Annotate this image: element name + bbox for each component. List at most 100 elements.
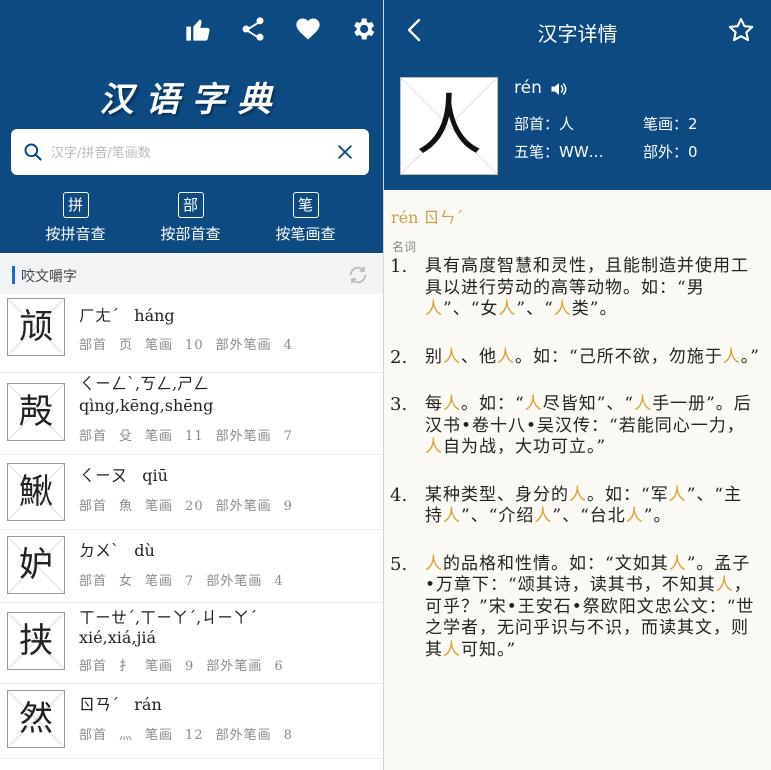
radical-value: 殳 — [119, 429, 134, 444]
radical-label: 部首 — [79, 574, 108, 589]
strokes-label: 笔画 — [145, 499, 174, 514]
highlighted-character: 人 — [524, 394, 543, 414]
definition-item: 1. 具有高度智慧和灵性，且能制造并使用工具以进行劳动的高等动物。如：“男人”、… — [390, 256, 760, 321]
pronunciation: ㄏㄤˊ háng — [79, 305, 175, 327]
pinyin: dù — [134, 541, 155, 560]
detail-header: 汉字详情 人 rén 部首：人 笔画：2 五笔：WW… 部外：0 — [384, 0, 771, 190]
page-title: 汉字详情 — [537, 22, 618, 46]
detail-strokes: 笔画：2 — [643, 115, 698, 133]
search-bar — [11, 129, 369, 175]
pinyin-lookup-icon: 拼 — [62, 192, 89, 218]
top-toolbar — [170, 14, 383, 44]
thumbs-up-icon[interactable] — [170, 14, 225, 44]
highlighted-character: 人 — [553, 299, 572, 319]
strokes-value: 10 — [185, 338, 204, 353]
refresh-icon[interactable] — [347, 264, 369, 286]
zhuyin: ㄑㄧㄥˋ,ㄎㄥ,ㄕㄥ — [79, 374, 210, 393]
character-box: 妒 — [7, 536, 65, 594]
detail-pinyin: rén — [514, 78, 542, 98]
definition-text: 每人。如：“人尽皆知”、“人手一册”。后汉书•卷十八•吴汉传：“若能同心一力，人… — [425, 394, 752, 457]
radical-lookup-button[interactable]: 部 按部首查 — [133, 192, 248, 244]
highlighted-character: 人 — [443, 394, 461, 414]
highlighted-character: 人 — [425, 299, 443, 319]
list-item[interactable]: 殸 ㄑㄧㄥˋ,ㄎㄥ,ㄕㄥ qìng,kēng,shēng 部首殳笔画 11 部外笔画… — [0, 373, 383, 455]
extra-strokes-label: 部外笔画 — [215, 429, 272, 444]
extra-strokes-label: 部外笔画 — [215, 338, 272, 353]
radical-label: 部首 — [79, 659, 108, 674]
close-icon[interactable] — [335, 142, 355, 162]
definition-text: 某种类型、身分的人。如：“军人”、“主持人”、“介绍人”、“台北人”。 — [425, 484, 743, 527]
list-item[interactable]: 鰍 ㄑㄧㄡ qiū 部首魚笔画 20 部外笔画 9 — [0, 455, 383, 530]
extra-strokes-value: 4 — [274, 574, 284, 589]
highlighted-character: 人 — [625, 506, 644, 526]
definition-item: 2. 别人、他人。如：“己所不欲，勿施于人。” — [390, 347, 760, 369]
radical-value: 魚 — [119, 499, 134, 514]
extra-strokes-label: 部外笔画 — [206, 574, 263, 589]
pinyin: qìng,kēng,shēng — [79, 396, 214, 415]
extra-strokes-value: 7 — [283, 429, 293, 444]
stroke-lookup-icon: 笔 — [292, 192, 319, 218]
section-accent-bar — [12, 266, 15, 284]
list-item[interactable]: 挟 ㄒㄧㄝˊ,ㄒㄧㄚˊ,ㄐㄧㄚˊ xié,xiá,jiá 部首扌笔画 9 部外笔画 6 — [0, 603, 383, 684]
highlighted-character: 人 — [722, 346, 741, 367]
stroke-lookup-button[interactable]: 笔 按笔画查 — [248, 192, 363, 244]
part-of-speech: 名词 — [392, 240, 417, 254]
strokes-value: 20 — [185, 499, 204, 514]
radical-value: 女 — [119, 574, 134, 589]
strokes-value: 7 — [185, 574, 195, 589]
heart-icon[interactable] — [280, 14, 335, 44]
highlighted-character: 人 — [569, 484, 587, 505]
definition-number: 1. — [390, 256, 408, 277]
radical-value: 页 — [119, 338, 134, 353]
highlighted-character: 人 — [498, 299, 517, 319]
share-icon[interactable] — [225, 14, 280, 44]
character-meta: 部首页笔画 10 部外笔画 4 — [79, 334, 305, 353]
search-input[interactable] — [49, 139, 333, 167]
definition-number: 2. — [390, 346, 408, 368]
extra-strokes-value: 9 — [283, 499, 293, 514]
character-box: 然 — [7, 690, 65, 748]
pinyin: xié,xiá,jiá — [79, 628, 157, 647]
radical-lookup-label: 按部首查 — [160, 225, 221, 243]
definition-item: 5. 人的品格和性情。如：“文如其人”。孟子•万章下：“颂其诗，读其书，不知其人… — [390, 554, 760, 662]
list-item[interactable]: 颃 ㄏㄤˊ háng 部首页笔画 10 部外笔画 4 — [0, 294, 383, 373]
highlighted-character: 人 — [425, 553, 443, 574]
pronunciation: ㄑㄧㄡ qiū — [79, 465, 168, 487]
definition-item: 4. 某种类型、身分的人。如：“军人”、“主持人”、“介绍人”、“台北人”。 — [390, 485, 760, 528]
speaker-icon[interactable] — [549, 79, 569, 99]
radical-label: 部首 — [79, 499, 108, 514]
extra-strokes-value: 8 — [283, 728, 293, 743]
highlighted-character: 人 — [668, 553, 687, 574]
definition-text: 具有高度智慧和灵性，且能制造并使用工具以进行劳动的高等动物。如：“男人”、“女人… — [425, 256, 749, 319]
radical-label: 部首 — [79, 728, 108, 743]
pronunciation: ㄉㄨˋ dù — [79, 540, 155, 562]
radical-label: 部首 — [79, 429, 108, 444]
definition-number: 4. — [390, 484, 408, 506]
home-header: 汉语字典 拼 按拼音查 部 按部首查 笔 按笔画查 — [0, 0, 383, 253]
list-item[interactable]: 然 ㄖㄢˊ rán 部首灬笔画 12 部外笔画 8 — [0, 684, 383, 759]
section-title: 咬文嚼字 — [21, 269, 77, 285]
detail-radical: 部首：人 — [514, 115, 575, 133]
star-icon[interactable] — [727, 16, 755, 44]
app-title: 汉语字典 — [99, 80, 284, 120]
extra-strokes-value: 4 — [283, 338, 293, 353]
pinyin-lookup-button[interactable]: 拼 按拼音查 — [18, 192, 133, 244]
character-list: 颃 ㄏㄤˊ háng 部首页笔画 10 部外笔画 4 殸 ㄑㄧㄥˋ,ㄎㄥ,ㄕㄥ qìn… — [0, 294, 383, 759]
list-item[interactable]: 妒 ㄉㄨˋ dù 部首女笔画 7 部外笔画 4 — [0, 530, 383, 603]
gear-icon[interactable] — [335, 14, 383, 44]
strokes-label: 笔画 — [145, 429, 174, 444]
extra-strokes-label: 部外笔画 — [206, 659, 263, 674]
detail-extra-strokes: 部外：0 — [643, 143, 698, 161]
search-icon — [24, 143, 42, 161]
highlighted-character: 人 — [443, 346, 461, 367]
zhuyin: ㄑㄧㄡ — [79, 466, 128, 485]
zhuyin: ㄉㄨˋ — [79, 541, 120, 560]
character-box: 殸 — [7, 383, 65, 441]
character-large: 人 — [400, 77, 498, 175]
highlighted-character: 人 — [634, 394, 653, 414]
character-meta: 部首女笔画 7 部外笔画 4 — [79, 570, 296, 589]
character-meta: 部首灬笔画 12 部外笔画 8 — [79, 724, 305, 743]
extra-strokes-value: 6 — [274, 659, 284, 674]
strokes-label: 笔画 — [145, 574, 174, 589]
dictionary-home-panel: 汉语字典 拼 按拼音查 部 按部首查 笔 按笔画查 — [0, 0, 383, 770]
